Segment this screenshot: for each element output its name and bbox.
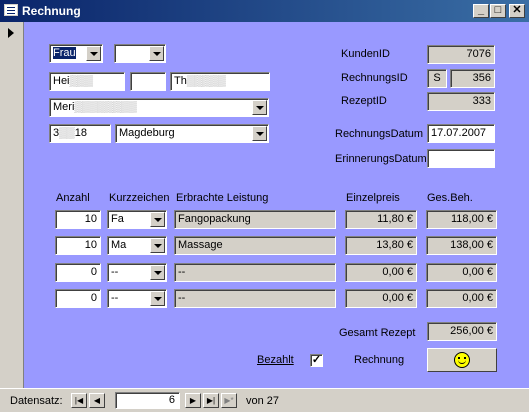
row2-kurz-dropdown-icon[interactable] xyxy=(150,238,165,253)
plz-field[interactable]: 3▒▒18 xyxy=(49,124,111,143)
col-kurzzeichen: Kurzzeichen xyxy=(109,192,170,204)
record-number-field[interactable]: 6 xyxy=(115,392,180,409)
nachname-masked: ▒▒▒▒▒ xyxy=(186,75,226,87)
window-title: Rechnung xyxy=(22,4,81,18)
row2-anzahl[interactable]: 10 xyxy=(55,236,101,255)
rechnungs-prefix-field: S xyxy=(427,69,447,88)
row3-kurz-combo[interactable]: -- xyxy=(107,263,167,282)
smiley-icon xyxy=(454,352,470,368)
plz-masked: ▒▒ xyxy=(59,127,75,139)
row3-anzahl[interactable]: 0 xyxy=(55,263,101,282)
namenszusatz-field[interactable] xyxy=(130,72,166,91)
row3-leistung: -- xyxy=(174,263,336,282)
row3-kurz-value: -- xyxy=(111,266,119,278)
kunden-id-field: 7076 xyxy=(427,45,495,64)
row4-gesbeh: 0,00 € xyxy=(426,289,497,308)
row2-leistung: Massage xyxy=(174,236,336,255)
erinnerungsdatum-label: ErinnerungsDatum xyxy=(335,153,427,165)
row1-anzahl[interactable]: 10 xyxy=(55,210,101,229)
row1-kurz-dropdown-icon[interactable] xyxy=(150,212,165,227)
maximize-button[interactable]: □ xyxy=(490,4,506,18)
row4-kurz-dropdown-icon[interactable] xyxy=(150,291,165,306)
prev-record-button[interactable]: ◀ xyxy=(89,393,105,408)
row4-anzahl[interactable]: 0 xyxy=(55,289,101,308)
row3-gesbeh: 0,00 € xyxy=(426,263,497,282)
row2-kurz-value: Ma xyxy=(111,239,127,251)
current-record-arrow-icon xyxy=(8,28,14,38)
rechnung-button[interactable] xyxy=(427,348,497,372)
first-record-button[interactable]: |◀ xyxy=(71,393,87,408)
rezept-id-label: RezeptID xyxy=(341,95,387,107)
close-button[interactable]: ✕ xyxy=(509,4,525,18)
strasse-dropdown-icon[interactable] xyxy=(252,100,267,115)
erinnerungsdatum-field[interactable] xyxy=(427,149,495,168)
row1-kurz-combo[interactable]: Fa xyxy=(107,210,167,229)
form-body: Frau Hei▒▒▒ Th▒▒▒▒▒ Meri▒▒▒▒▒▒▒▒ 3▒▒18 M… xyxy=(24,22,529,388)
ort-value: Magdeburg xyxy=(119,127,175,139)
nachname-value: Th xyxy=(174,75,187,87)
plz-end: 18 xyxy=(74,127,87,139)
row1-einzelpreis: 11,80 € xyxy=(345,210,417,229)
col-gesbeh: Ges.Beh. xyxy=(427,192,473,204)
strasse-value: Meri xyxy=(53,101,75,113)
strasse-masked: ▒▒▒▒▒▒▒▒ xyxy=(74,101,137,113)
col-einzelpreis: Einzelpreis xyxy=(346,192,400,204)
row3-einzelpreis: 0,00 € xyxy=(345,263,417,282)
form-icon xyxy=(4,4,18,16)
row3-kurz-dropdown-icon[interactable] xyxy=(150,265,165,280)
vorname-masked: ▒▒▒ xyxy=(69,75,93,87)
rechnungsdatum-label: RechnungsDatum xyxy=(335,128,424,140)
rechnungs-id-field: 356 xyxy=(450,69,495,88)
col-anzahl: Anzahl xyxy=(56,192,90,204)
row2-einzelpreis: 13,80 € xyxy=(345,236,417,255)
col-leistung: Erbrachte Leistung xyxy=(176,192,269,204)
strasse-combo[interactable]: Meri▒▒▒▒▒▒▒▒ xyxy=(49,98,269,117)
vorname-field[interactable]: Hei▒▒▒ xyxy=(49,72,125,91)
anrede-value: Frau xyxy=(53,47,76,59)
row1-leistung: Fangopackung xyxy=(174,210,336,229)
record-count-text: von 27 xyxy=(246,395,280,407)
title-bar: Rechnung _ □ ✕ xyxy=(0,0,529,22)
row4-kurz-combo[interactable]: -- xyxy=(107,289,167,308)
ort-combo[interactable]: Magdeburg xyxy=(115,124,269,143)
titel-dropdown-icon[interactable] xyxy=(149,46,164,61)
record-selector[interactable] xyxy=(0,22,24,388)
anrede-combo[interactable]: Frau xyxy=(49,44,103,63)
rechnungsdatum-field[interactable]: 17.07.2007 xyxy=(427,124,495,143)
row2-kurz-combo[interactable]: Ma xyxy=(107,236,167,255)
vorname-value: Hei xyxy=(53,75,70,87)
bezahlt-checkbox[interactable]: ✓ xyxy=(310,354,323,367)
row4-kurz-value: -- xyxy=(111,292,119,304)
anrede-dropdown-icon[interactable] xyxy=(86,46,101,61)
row4-einzelpreis: 0,00 € xyxy=(345,289,417,308)
new-record-button[interactable]: ▶* xyxy=(221,393,237,408)
titel-combo[interactable] xyxy=(114,44,166,63)
kunden-id-label: KundenID xyxy=(341,48,390,60)
last-record-button[interactable]: ▶| xyxy=(203,393,219,408)
row4-leistung: -- xyxy=(174,289,336,308)
row1-gesbeh: 118,00 € xyxy=(426,210,497,229)
minimize-button[interactable]: _ xyxy=(473,4,489,18)
gesamt-rezept-field: 256,00 € xyxy=(427,322,497,341)
ort-dropdown-icon[interactable] xyxy=(252,126,267,141)
row1-kurz-value: Fa xyxy=(111,213,124,225)
rechnungs-id-label: RechnungsID xyxy=(341,72,408,84)
bezahlt-label: Bezahlt xyxy=(257,354,294,366)
rezept-id-field: 333 xyxy=(427,92,495,111)
nachname-field[interactable]: Th▒▒▒▒▒ xyxy=(170,72,270,91)
next-record-button[interactable]: ▶ xyxy=(185,393,201,408)
record-navigation: Datensatz: |◀ ◀ 6 ▶ ▶| ▶* von 27 xyxy=(0,388,529,412)
gesamt-rezept-label: Gesamt Rezept xyxy=(339,327,416,339)
datensatz-label: Datensatz: xyxy=(10,395,63,407)
row2-gesbeh: 138,00 € xyxy=(426,236,497,255)
rechnung-label: Rechnung xyxy=(354,354,405,366)
